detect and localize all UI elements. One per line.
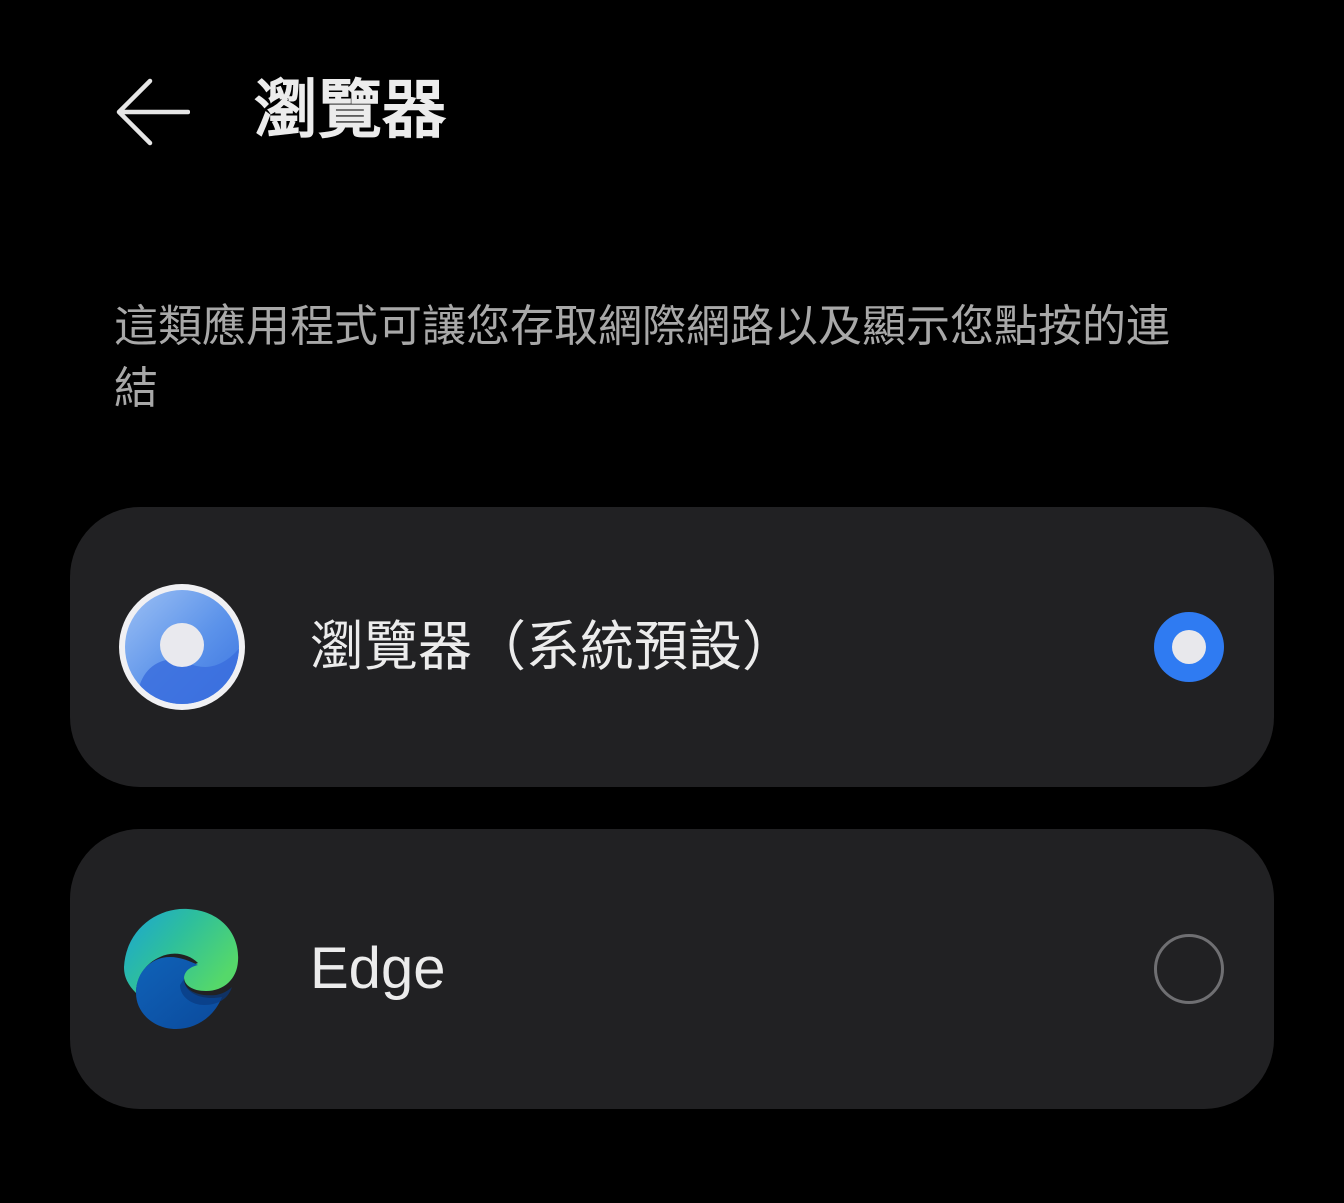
radio-button-unselected[interactable] (1154, 934, 1224, 1004)
arrow-left-icon (116, 78, 190, 146)
option-label: 瀏覽器（系統預設） (310, 615, 796, 678)
app-bar: 瀏覽器 (0, 0, 1344, 220)
page-title: 瀏覽器 (254, 74, 446, 148)
browser-option-edge[interactable]: Edge (70, 829, 1274, 1109)
system-browser-icon (119, 584, 245, 710)
page-description: 這類應用程式可讓您存取網際網路以及顯示您點按的連結 (114, 301, 1170, 414)
radio-button-selected[interactable] (1154, 612, 1224, 682)
browser-option-system-default[interactable]: 瀏覽器（系統預設） (70, 507, 1274, 787)
back-button[interactable] (108, 72, 196, 152)
option-label: Edge (310, 936, 446, 1001)
radio-dot (1172, 630, 1206, 664)
edge-browser-icon (124, 908, 239, 1029)
